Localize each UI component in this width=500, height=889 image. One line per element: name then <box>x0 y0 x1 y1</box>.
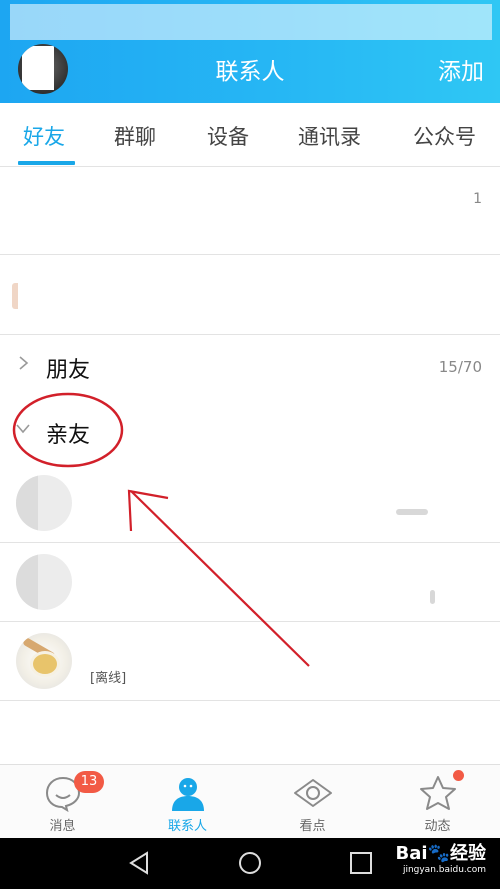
group-name: 朋友 <box>46 358 91 383</box>
tab-friends[interactable]: 好友 <box>23 121 65 151</box>
contacts-person-icon <box>172 778 204 811</box>
tab-groups[interactable]: 群聊 <box>114 121 156 151</box>
friend-row[interactable] <box>0 542 500 622</box>
status-bar-redacted <box>10 4 492 40</box>
list-item[interactable]: 1 <box>0 167 500 255</box>
message-preview <box>396 509 428 515</box>
star-icon <box>420 776 456 810</box>
message-preview <box>430 590 435 604</box>
nav-label: 看点 <box>299 819 326 834</box>
nav-label: 动态 <box>424 819 451 834</box>
watermark: Bai🐾经验 jingyan.baidu.com <box>396 844 486 876</box>
tab-devices[interactable]: 设备 <box>207 121 249 151</box>
tab-official-accounts[interactable]: 公众号 <box>413 121 476 151</box>
chevron-down-icon <box>16 424 30 434</box>
app-header: 联系人 添加 <box>0 0 500 103</box>
system-navigation-bar: Bai🐾经验 jingyan.baidu.com <box>0 838 500 889</box>
nav-label: 消息 <box>49 819 76 834</box>
nav-feed[interactable]: 动态 <box>375 765 500 839</box>
recents-icon[interactable] <box>348 850 374 876</box>
list-item[interactable] <box>0 255 500 335</box>
active-tab-indicator <box>18 161 75 165</box>
item-count: 1 <box>473 191 482 207</box>
group-header-relatives[interactable]: 亲友 <box>0 403 500 459</box>
unread-badge: 13 <box>74 771 104 793</box>
add-button[interactable]: 添加 <box>438 52 484 86</box>
tab-address-book[interactable]: 通讯录 <box>298 121 361 151</box>
contact-tabs: 好友 群聊 设备 通讯录 公众号 <box>0 103 500 167</box>
friend-avatar <box>16 475 72 531</box>
friend-avatar <box>16 633 72 689</box>
friend-avatar <box>16 554 72 610</box>
bottom-navigation: 13 消息 联系人 看点 动态 <box>0 764 500 838</box>
nav-label: 联系人 <box>167 819 207 834</box>
friend-row[interactable] <box>0 463 500 543</box>
home-icon[interactable] <box>237 850 263 876</box>
watermark-url: jingyan.baidu.com <box>402 865 486 875</box>
avatar <box>12 283 18 309</box>
friend-row[interactable]: [离线] <box>0 621 500 701</box>
group-name: 亲友 <box>46 423 91 448</box>
eye-icon <box>294 779 332 807</box>
nav-discover[interactable]: 看点 <box>250 765 375 839</box>
watermark-brand: Bai🐾经验 <box>395 843 486 864</box>
nav-messages[interactable]: 13 消息 <box>0 765 125 839</box>
friend-status: [离线] <box>90 671 127 686</box>
nav-contacts[interactable]: 联系人 <box>125 765 250 839</box>
group-count: 15/70 <box>438 358 482 376</box>
page-title: 联系人 <box>215 59 285 85</box>
group-header-friends[interactable]: 朋友 15/70 <box>0 338 500 394</box>
notification-dot <box>453 770 464 781</box>
back-icon[interactable] <box>127 850 153 876</box>
chevron-right-icon <box>19 356 29 370</box>
